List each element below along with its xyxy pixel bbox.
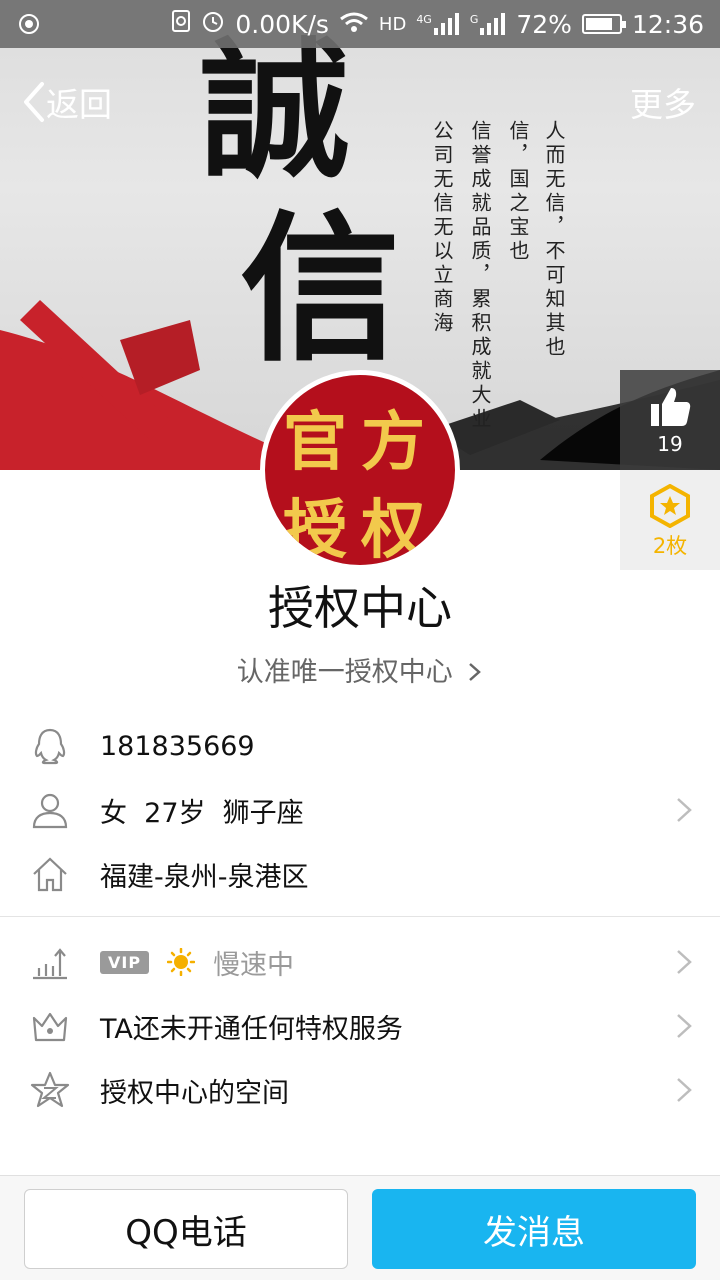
back-button[interactable]: 返回: [20, 78, 112, 126]
signature-text: 认准唯一授权中心: [236, 657, 453, 688]
record-icon: [18, 13, 40, 39]
qq-penguin-icon: [34, 728, 66, 765]
cover-poem-line-4: 公司无信无以立商海: [430, 120, 454, 336]
qzone-star-icon: [30, 1071, 70, 1108]
gender-age-sign: 女 27岁 狮子座: [100, 797, 304, 829]
sim-icon: [171, 9, 191, 39]
network-speed: 0.00K/s: [235, 9, 329, 39]
cover-char-2: 信: [240, 195, 401, 383]
nav-bar: 返回 更多: [0, 48, 720, 148]
chevron-right-icon: [677, 1078, 692, 1102]
back-label: 返回: [46, 85, 112, 124]
avatar-char-4: 权: [361, 493, 425, 568]
qq-number-row: 181835669: [0, 714, 720, 778]
level-chart-icon: [33, 948, 67, 980]
person-icon: [32, 793, 68, 829]
star-badge-icon: [650, 483, 690, 529]
profile-screen: 誠 信 人而无信，不可知其也 信，国之宝也 信誉成就品质，累积成就大业 公司无信…: [0, 0, 720, 1280]
like-count: 19: [657, 432, 683, 456]
home-icon: [33, 857, 67, 892]
chevron-right-icon: [677, 950, 692, 974]
privilege-service-row[interactable]: TA还未开通任何特权服务: [0, 994, 720, 1058]
qzone-row[interactable]: 授权中心的空间: [0, 1058, 720, 1122]
avatar-char-2: 方: [361, 405, 425, 480]
chevron-right-icon: [469, 663, 482, 681]
battery-percent: 72%: [516, 9, 572, 39]
profile-name: 授权中心: [268, 581, 452, 635]
thumbs-up-icon: [651, 388, 691, 426]
bottom-action-bar: QQ电话 发消息: [0, 1175, 720, 1280]
chevron-left-icon: [24, 82, 44, 122]
profile-signature[interactable]: 认准唯一授权中心: [0, 650, 720, 689]
signal-label-1: 4G: [416, 13, 432, 26]
qq-number: 181835669: [100, 730, 255, 762]
hd-label: HD: [378, 13, 407, 35]
signal-icon-1: 4G: [416, 13, 460, 35]
signal-label-2: G: [469, 13, 479, 26]
badge-count: 2枚: [652, 534, 688, 558]
level-status: 慢速中: [213, 949, 295, 981]
location-row: 福建-泉州-泉港区: [0, 842, 720, 906]
like-button[interactable]: 19: [620, 370, 720, 470]
avatar[interactable]: 官 方 授 权: [260, 370, 460, 570]
vip-level-content: VIP 慢速中: [100, 943, 294, 982]
space-text: 授权中心的空间: [100, 1077, 289, 1109]
qq-call-button[interactable]: QQ电话: [24, 1189, 348, 1269]
alarm-icon: [201, 9, 225, 39]
chevron-right-icon: [677, 798, 692, 822]
signal-icon-2: G: [470, 13, 507, 35]
badge-button[interactable]: 2枚: [620, 470, 720, 570]
service-text: TA还未开通任何特权服务: [100, 1013, 403, 1045]
battery-icon: [581, 14, 626, 34]
send-message-button[interactable]: 发消息: [372, 1189, 696, 1269]
location-text: 福建-泉州-泉港区: [100, 861, 309, 893]
chevron-right-icon: [677, 1014, 692, 1038]
section-divider: [0, 916, 720, 917]
sun-level-icon: [167, 948, 196, 976]
cover-poem-line-3: 信誉成就品质，累积成就大业: [468, 120, 492, 432]
avatar-char-1: 官: [283, 405, 347, 480]
vip-level-row[interactable]: VIP 慢速中: [0, 930, 720, 994]
personal-info-row[interactable]: 女 27岁 狮子座: [0, 778, 720, 842]
avatar-char-3: 授: [283, 493, 347, 568]
vip-badge: VIP: [100, 950, 150, 974]
cover-poem-line-1: 人而无信，不可知其也: [542, 120, 566, 360]
battery-fill: [585, 18, 612, 30]
wifi-icon: [339, 10, 369, 39]
crown-icon: [32, 1012, 68, 1042]
side-panel: 19 2枚: [620, 370, 720, 570]
status-bar: 0.00K/s HD 4G G 72% 12:36: [0, 0, 720, 48]
clock: 12:36: [631, 9, 704, 39]
more-button[interactable]: 更多: [630, 78, 696, 126]
